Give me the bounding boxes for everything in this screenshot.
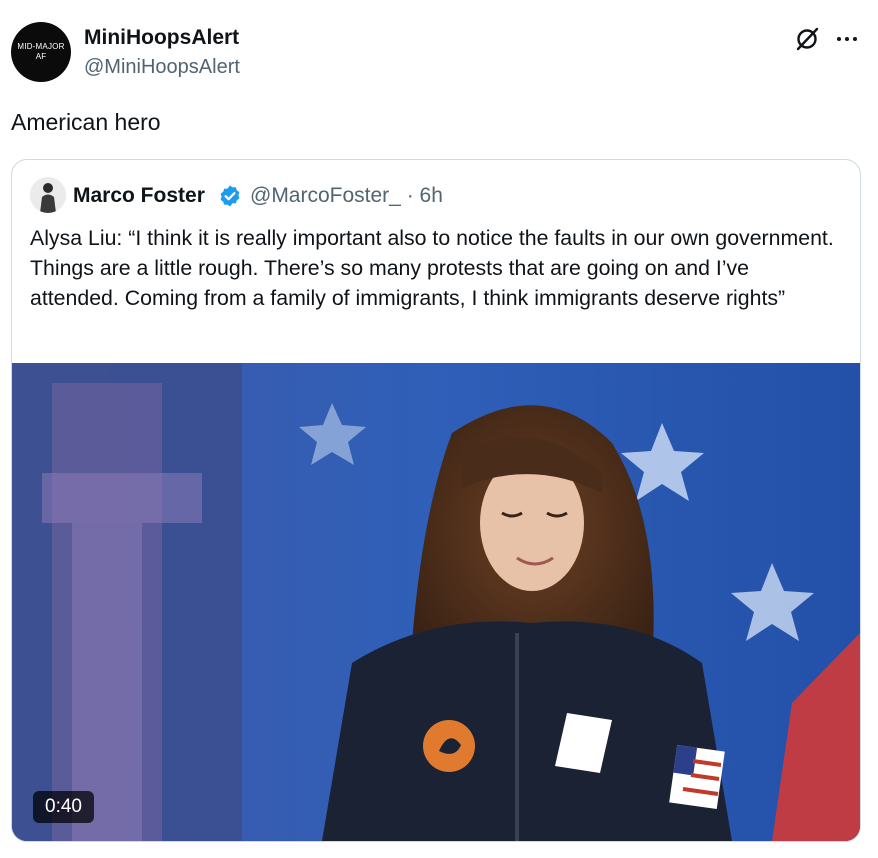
more-options-button[interactable] <box>832 24 862 54</box>
video-thumbnail <box>12 363 860 841</box>
grok-button[interactable] <box>792 24 822 54</box>
quoted-avatar[interactable] <box>30 177 66 213</box>
tweet-text: American hero <box>11 109 161 135</box>
author-handle[interactable]: @MiniHoopsAlert <box>84 56 240 79</box>
quoted-tweet-card[interactable]: Marco Foster @MarcoFoster_ · 6h Alysa Li… <box>11 159 861 842</box>
video-duration-badge: 0:40 <box>33 791 94 823</box>
author-avatar[interactable]: MID-MAJOR AF <box>11 22 71 82</box>
quoted-handle-time[interactable]: @MarcoFoster_ · 6h <box>250 184 443 208</box>
grok-slash-icon <box>796 27 819 51</box>
avatar-text-line1: MID-MAJOR <box>17 42 65 51</box>
person-silhouette-icon <box>30 177 66 213</box>
video-player[interactable]: 0:40 <box>12 363 860 841</box>
author-display-name[interactable]: MiniHoopsAlert <box>84 26 239 50</box>
verified-badge-icon <box>220 185 240 207</box>
quoted-display-name[interactable]: Marco Foster <box>73 184 205 208</box>
quoted-tweet-text: Alysa Liu: “I think it is really importa… <box>30 226 834 310</box>
avatar-text-line2: AF <box>35 52 47 61</box>
more-dots-icon <box>837 37 857 41</box>
